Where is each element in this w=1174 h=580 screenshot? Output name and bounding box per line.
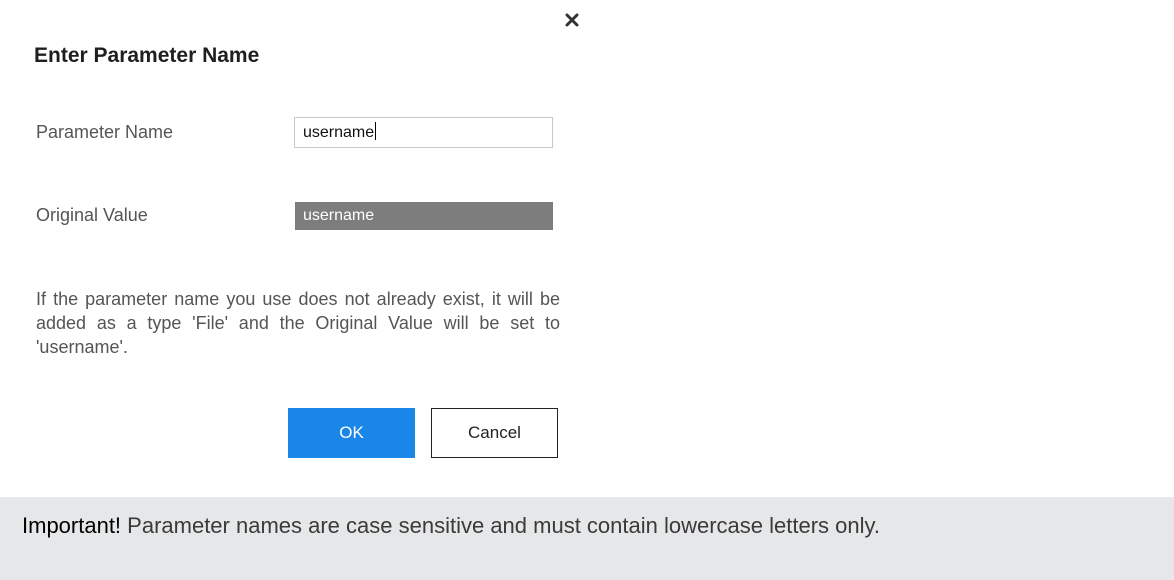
parameter-name-value: username xyxy=(303,124,375,141)
close-icon[interactable] xyxy=(562,10,582,30)
info-text: If the parameter name you use does not a… xyxy=(36,289,560,357)
note-strong: Important! xyxy=(22,513,122,538)
important-note: Important! Parameter names are case sens… xyxy=(0,497,1174,580)
note-text: Parameter names are case sensitive and m… xyxy=(121,513,880,538)
parameter-name-label: Parameter Name xyxy=(36,122,174,142)
parameter-name-input[interactable]: username xyxy=(294,117,553,148)
original-value-label: Original Value xyxy=(36,205,148,225)
cancel-button[interactable]: Cancel xyxy=(431,408,558,458)
enter-parameter-dialog: Enter Parameter Name Parameter Name user… xyxy=(0,0,580,470)
text-cursor xyxy=(375,122,377,140)
ok-button[interactable]: OK xyxy=(288,408,415,458)
original-value-field: username xyxy=(295,202,553,230)
dialog-title: Enter Parameter Name xyxy=(34,44,260,67)
